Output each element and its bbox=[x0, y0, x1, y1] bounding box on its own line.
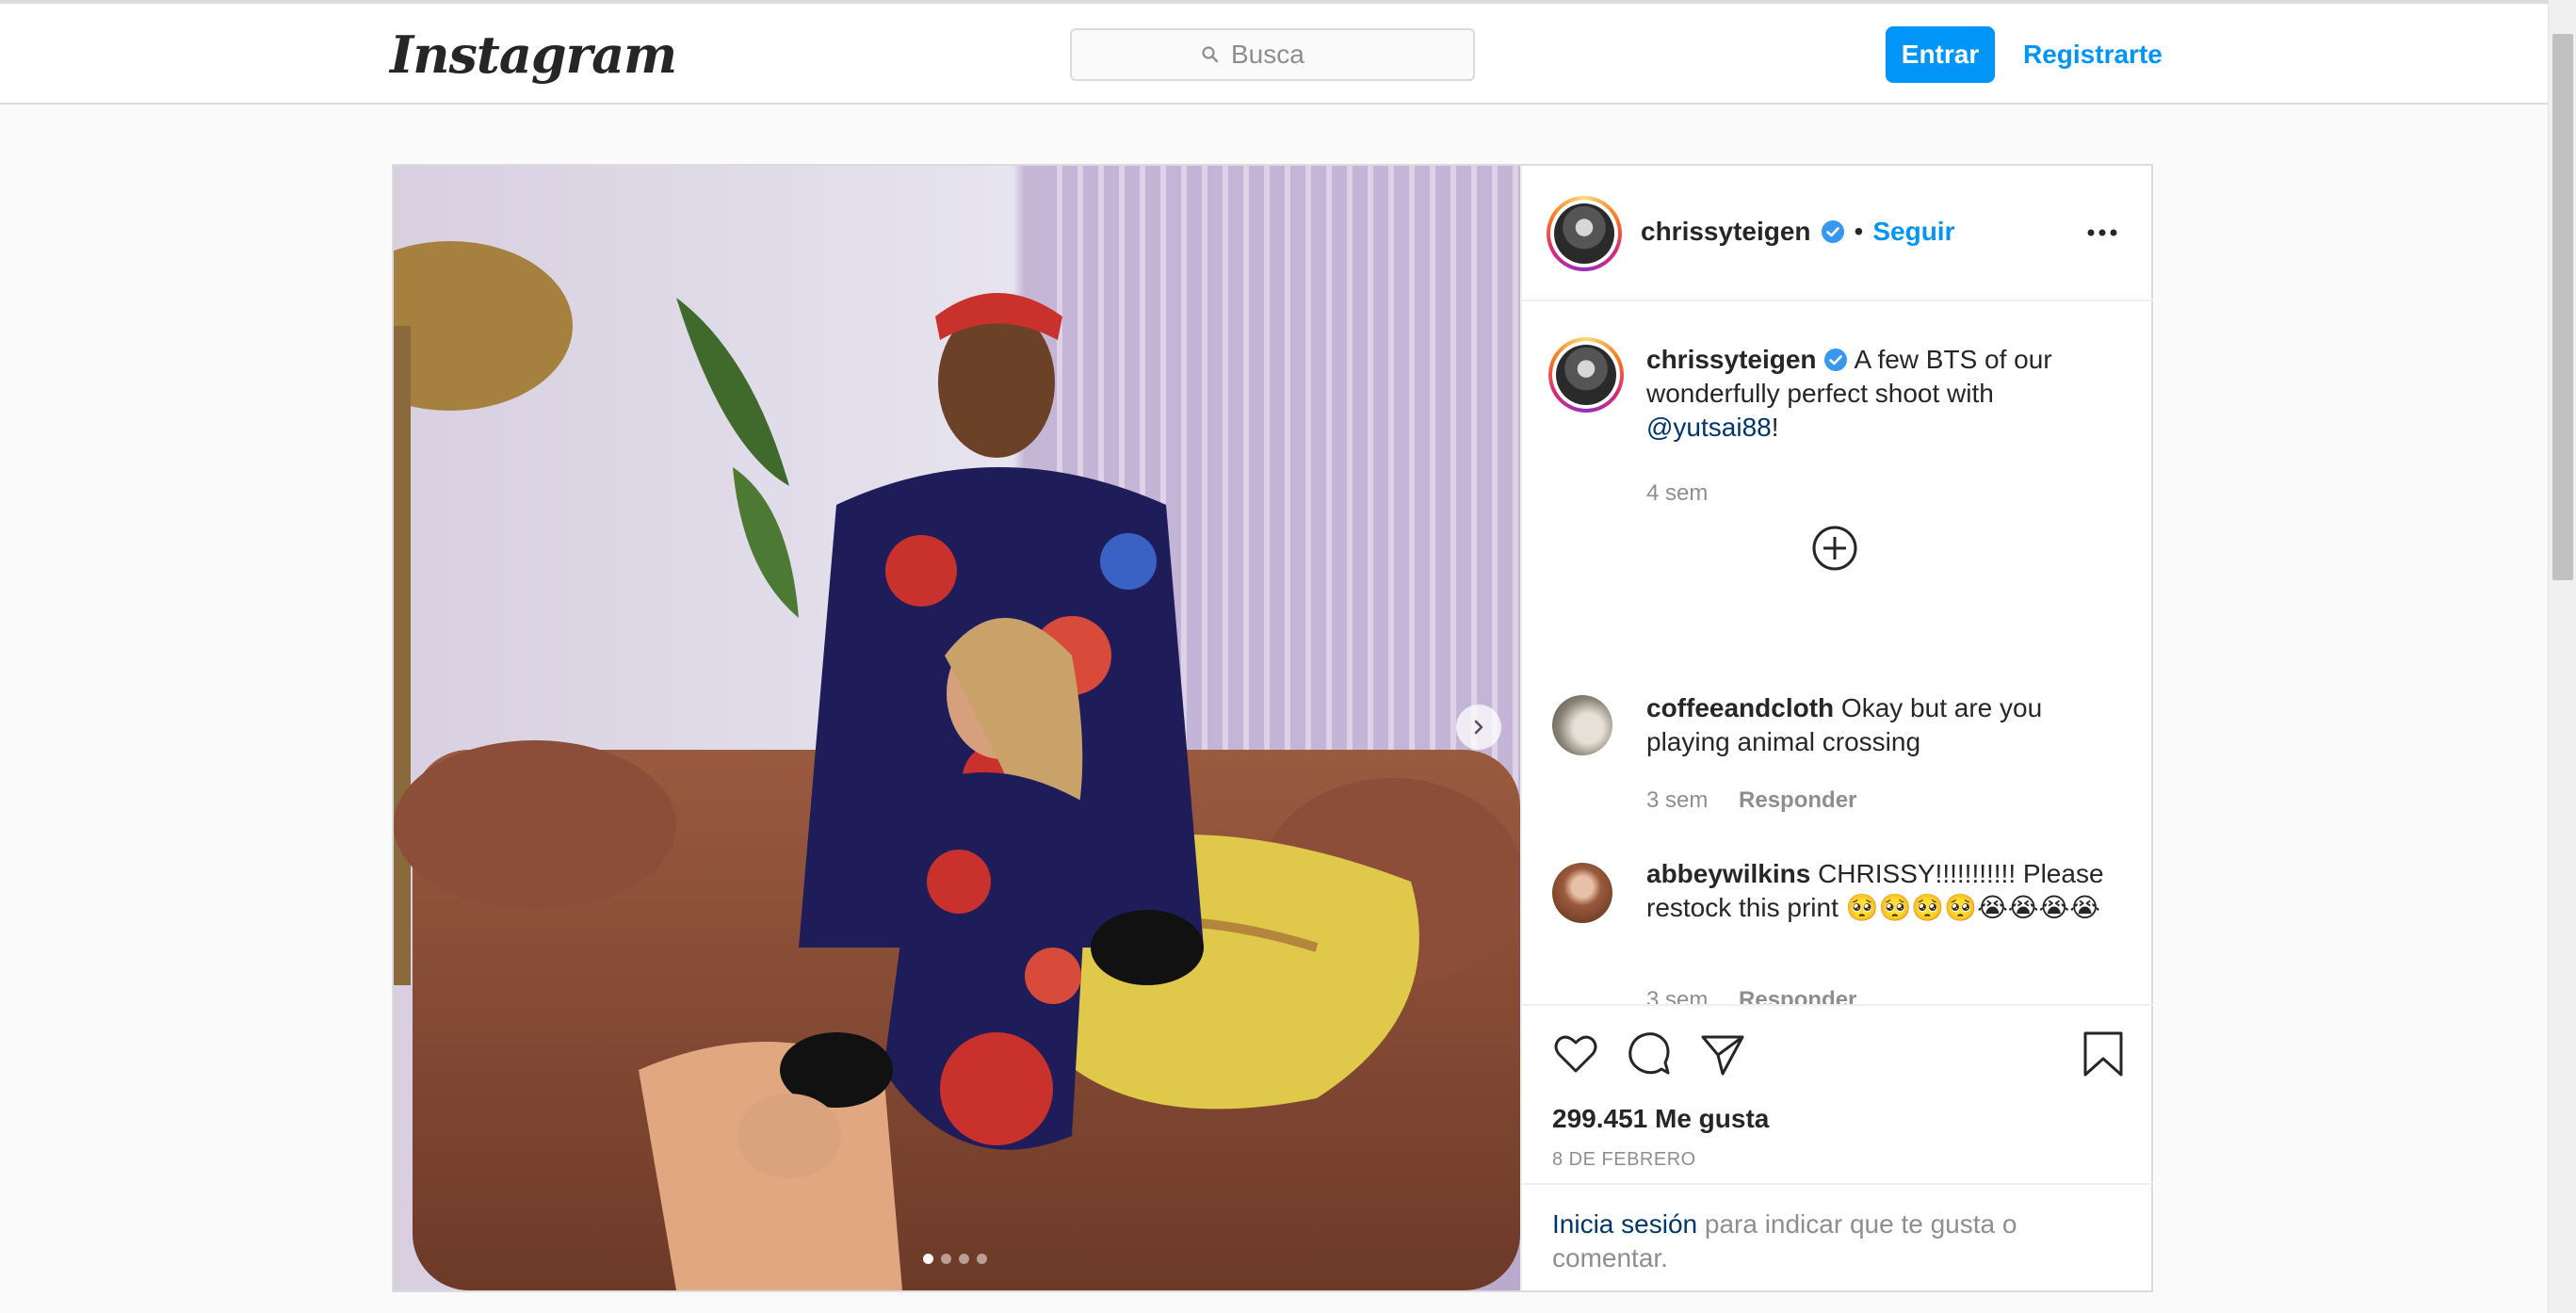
search-box[interactable] bbox=[1070, 28, 1475, 81]
comment-meta: 3 sem Responder bbox=[1646, 987, 1881, 1004]
comment-username[interactable]: coffeeandcloth bbox=[1646, 693, 1834, 722]
caption-avatar[interactable] bbox=[1548, 337, 1624, 413]
comment-avatar[interactable] bbox=[1552, 863, 1612, 923]
comment-meta: 3 sem Responder bbox=[1646, 787, 1881, 814]
comment-text: coffeeandcloth Okay but are you playing … bbox=[1646, 691, 2117, 759]
photo-illustration bbox=[394, 166, 1520, 1290]
author-avatar[interactable] bbox=[1547, 196, 1622, 271]
post-sidebar: chrissyteigen • Seguir chrissyteigen A f… bbox=[1520, 166, 2153, 1290]
add-comment-icon[interactable] bbox=[1808, 522, 1861, 575]
instagram-logo[interactable]: Instagram bbox=[390, 24, 677, 85]
page-scrollbar[interactable] bbox=[2548, 0, 2576, 1313]
heart-icon[interactable] bbox=[1550, 1029, 1601, 1079]
carousel-dot bbox=[959, 1254, 969, 1264]
comment-username[interactable]: abbeywilkins bbox=[1646, 859, 1810, 888]
reply-button[interactable]: Responder bbox=[1739, 987, 1856, 1004]
search-icon bbox=[1202, 46, 1219, 63]
search-input[interactable] bbox=[1231, 40, 1344, 70]
caption-username[interactable]: chrissyteigen bbox=[1646, 345, 1817, 374]
post-actions: 299.451 Me gusta 8 DE FEBRERO Inicia ses… bbox=[1522, 1004, 2153, 1290]
verified-icon bbox=[1821, 220, 1844, 243]
reply-button[interactable]: Responder bbox=[1739, 787, 1856, 813]
likes-count[interactable]: 299.451 Me gusta bbox=[1552, 1104, 1769, 1134]
caption-time[interactable]: 4 sem bbox=[1646, 480, 1708, 506]
login-link[interactable]: Inicia sesión bbox=[1552, 1209, 1697, 1239]
signup-link[interactable]: Registrarte bbox=[2023, 40, 2163, 70]
caption-mention-link[interactable]: @yutsai88 bbox=[1646, 413, 1772, 442]
caption-meta: 4 sem bbox=[1646, 480, 1732, 507]
carousel-dot bbox=[977, 1254, 987, 1264]
comment-icon[interactable] bbox=[1624, 1029, 1675, 1079]
comment-avatar[interactable] bbox=[1552, 695, 1612, 755]
caption-body-end: ! bbox=[1771, 413, 1779, 442]
carousel-indicator bbox=[923, 1254, 987, 1264]
carousel-next-button[interactable] bbox=[1456, 705, 1501, 750]
follow-button[interactable]: Seguir bbox=[1872, 217, 1954, 247]
follow-separator: • bbox=[1854, 217, 1864, 246]
login-button[interactable]: Entrar bbox=[1886, 26, 1995, 83]
post-card: chrissyteigen • Seguir chrissyteigen A f… bbox=[392, 164, 2153, 1292]
share-icon[interactable] bbox=[1697, 1029, 1748, 1079]
author-username[interactable]: chrissyteigen bbox=[1641, 217, 1811, 247]
carousel-dot-active bbox=[923, 1254, 933, 1264]
comment-time[interactable]: 3 sem bbox=[1646, 987, 1708, 1004]
top-nav-bar: Instagram Entrar Registrarte bbox=[0, 4, 2548, 105]
bookmark-icon[interactable] bbox=[2078, 1029, 2129, 1079]
comments-section: chrissyteigen A few BTS of our wonderful… bbox=[1522, 301, 2153, 1004]
post-date[interactable]: 8 DE FEBRERO bbox=[1552, 1149, 1696, 1171]
scrollbar-thumb[interactable] bbox=[2552, 34, 2573, 580]
post-header: chrissyteigen • Seguir bbox=[1522, 166, 2153, 301]
carousel-dot bbox=[941, 1254, 951, 1264]
verified-icon bbox=[1824, 349, 1848, 371]
more-options-icon[interactable] bbox=[2083, 219, 2121, 247]
comment-text: abbeywilkins CHRISSY!!!!!!!!!!! Please r… bbox=[1646, 857, 2117, 925]
login-prompt: Inicia sesión para indicar que te gusta … bbox=[1522, 1183, 2153, 1292]
comment-time[interactable]: 3 sem bbox=[1646, 787, 1708, 813]
post-photo[interactable] bbox=[394, 166, 1520, 1290]
caption-text: chrissyteigen A few BTS of our wonderful… bbox=[1646, 343, 2117, 445]
chevron-right-icon bbox=[1474, 720, 1483, 735]
